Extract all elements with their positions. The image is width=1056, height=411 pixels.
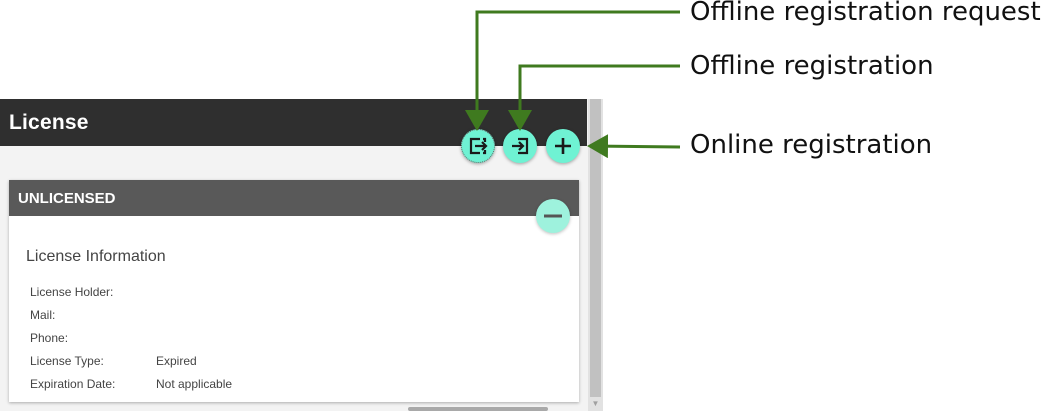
import-icon (512, 137, 529, 155)
collapse-button[interactable] (536, 199, 570, 233)
license-holder-label: License Holder: (30, 285, 114, 299)
minus-icon (544, 214, 562, 218)
callout-offline-registration: Offline registration (690, 51, 934, 81)
expiration-date-value: Not applicable (156, 377, 233, 391)
license-status: UNLICENSED (18, 190, 116, 207)
vertical-scrollbar-thumb[interactable] (590, 99, 601, 397)
expiration-date-label: Expiration Date: (30, 377, 116, 391)
license-status-header: UNLICENSED (9, 180, 579, 216)
offline-registration-request-button[interactable] (461, 129, 495, 163)
license-type-label: License Type: (30, 354, 104, 368)
scroll-down-arrow-icon[interactable]: ▼ (590, 399, 601, 409)
callout-online-registration: Online registration (690, 130, 933, 160)
title-bar: License (0, 99, 587, 146)
license-panel: License ▼ UNLICENSED License Information… (0, 99, 603, 411)
mail-label: Mail: (30, 308, 56, 322)
license-card: UNLICENSED License Information License H… (9, 180, 579, 402)
callout-line-online-registration (587, 134, 681, 159)
horizontal-scrollbar-thumb[interactable] (408, 407, 548, 411)
online-registration-button[interactable] (546, 129, 580, 163)
offline-registration-button[interactable] (503, 129, 537, 163)
export-icon (469, 137, 488, 155)
callout-offline-registration-request: Offline registration request (690, 0, 1041, 27)
phone-label: Phone: (30, 331, 69, 345)
license-type-value: Expired (156, 354, 197, 368)
page-title: License (9, 111, 89, 134)
section-title: License Information (26, 248, 166, 265)
plus-icon (555, 138, 571, 154)
